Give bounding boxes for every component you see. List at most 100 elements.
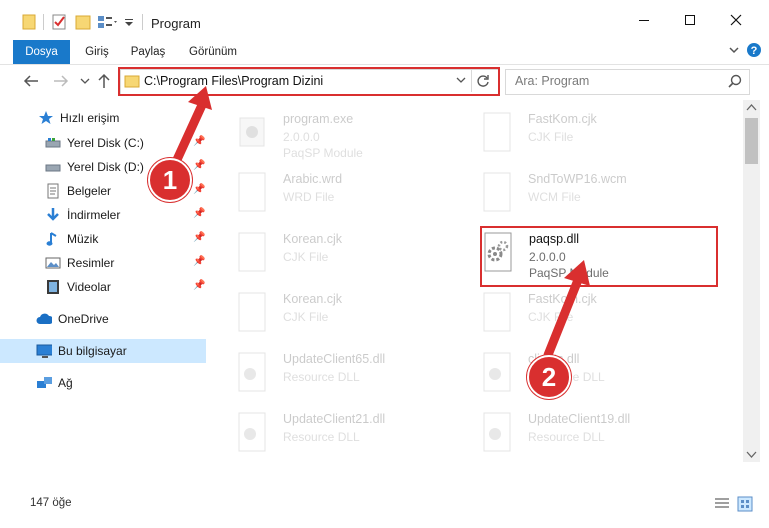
file-name: UpdateClient19.dll — [528, 412, 631, 426]
tab-file[interactable]: Dosya — [13, 40, 70, 64]
address-dropdown-icon[interactable] — [455, 76, 467, 86]
file-item[interactable]: Korean.cjk CJK File — [236, 288, 471, 344]
folder-icon — [22, 14, 36, 30]
dll-gear-file-icon — [238, 352, 266, 392]
expand-ribbon-icon[interactable] — [728, 44, 740, 56]
file-item[interactable]: Korean.cjk CJK File — [236, 228, 471, 284]
file-type: CJK File — [528, 130, 574, 144]
file-item[interactable]: FastKom.cjk CJK File — [481, 108, 716, 164]
file-item[interactable]: UpdateClient21.dll Resource DLL — [236, 408, 471, 464]
scroll-thumb[interactable] — [745, 118, 758, 164]
file-name: Arabic.wrd — [283, 172, 343, 186]
file-description: PaqSP Module — [283, 146, 363, 160]
sidebar-item-network[interactable]: Ağ — [0, 371, 206, 395]
file-item[interactable]: UpdateClient19.dll Resource DLL — [481, 408, 716, 464]
sidebar-item-label: İndirmeler — [67, 208, 121, 222]
tab-home[interactable]: Giriş — [77, 40, 117, 64]
refresh-icon[interactable] — [475, 73, 491, 89]
network-icon — [37, 377, 52, 388]
file-item[interactable]: Arabic.wrd WRD File — [236, 168, 471, 224]
search-placeholder[interactable]: Ara: Program — [515, 74, 589, 88]
sidebar-item-label: Yerel Disk (C:) — [67, 136, 144, 150]
sidebar-item-label: Belgeler — [67, 184, 112, 198]
dll-gear-file-icon — [483, 352, 511, 392]
sidebar-item-label: Resimler — [67, 256, 115, 270]
recent-locations-icon[interactable] — [80, 76, 90, 86]
svg-text:?: ? — [751, 45, 758, 57]
download-icon — [47, 208, 59, 221]
sidebar-item-label: Müzik — [67, 232, 99, 246]
file-type: CJK File — [283, 310, 329, 324]
file-item[interactable]: UpdateClient65.dll Resource DLL — [236, 348, 471, 404]
dll-gear-file-icon — [238, 412, 266, 452]
file-icon — [238, 172, 266, 212]
file-name: Korean.cjk — [283, 232, 343, 246]
large-icons-view-icon[interactable] — [737, 496, 753, 512]
maximize-icon — [685, 15, 695, 25]
file-type: WCM File — [528, 190, 581, 204]
sidebar-item-label: Yerel Disk (D:) — [67, 160, 144, 174]
file-name: program.exe — [283, 112, 354, 126]
sidebar-item-music[interactable]: Müzik 📌 — [0, 227, 206, 251]
dropdown-arrow-icon[interactable] — [124, 13, 134, 31]
dll-gear-file-icon — [483, 412, 511, 452]
sidebar-item-onedrive[interactable]: OneDrive — [0, 307, 206, 331]
file-type: WRD File — [283, 190, 335, 204]
search-icon[interactable] — [727, 73, 743, 89]
sidebar-item-label: Ağ — [58, 376, 73, 390]
sidebar-item-label: Bu bilgisayar — [58, 344, 127, 358]
exe-file-icon — [239, 117, 265, 147]
star-icon — [39, 111, 53, 124]
sidebar-item-label: Hızlı erişim — [60, 111, 120, 125]
scroll-down-icon[interactable] — [746, 451, 757, 459]
separator — [43, 14, 44, 30]
close-icon — [730, 14, 742, 26]
sidebar-item-pictures[interactable]: Resimler 📌 — [0, 251, 206, 275]
file-name: Korean.cjk — [283, 292, 343, 306]
file-name: UpdateClient21.dll — [283, 412, 386, 426]
pictures-icon — [45, 257, 61, 269]
drive-icon — [45, 164, 61, 172]
callout-badge-2: 2 — [527, 355, 571, 399]
scroll-up-icon[interactable] — [746, 103, 757, 111]
folder-icon — [124, 75, 140, 88]
up-arrow-icon[interactable] — [96, 73, 112, 89]
file-item[interactable]: SndToWP16.wcm WCM File — [481, 168, 716, 224]
help-icon[interactable]: ? — [746, 42, 762, 58]
cloud-icon — [36, 313, 52, 324]
file-icon — [483, 292, 511, 332]
sidebar-item-videos[interactable]: Videolar 📌 — [0, 275, 206, 299]
back-arrow-icon[interactable] — [22, 73, 40, 89]
file-icon — [483, 112, 511, 152]
sidebar-item-label: Videolar — [67, 280, 111, 294]
file-icon — [483, 172, 511, 212]
forward-arrow-icon[interactable] — [52, 73, 70, 89]
sidebar-item-label: OneDrive — [58, 312, 109, 326]
minimize-icon — [639, 20, 649, 21]
file-icon — [238, 292, 266, 332]
file-type: 2.0.0.0 — [283, 130, 320, 144]
file-item[interactable]: program.exe 2.0.0.0 PaqSP Module — [236, 108, 471, 164]
file-type: CJK File — [283, 250, 329, 264]
sidebar-item-downloads[interactable]: İndirmeler 📌 — [0, 203, 206, 227]
callout-arrow-2 — [543, 260, 590, 360]
minimize-button[interactable] — [621, 0, 667, 40]
tab-view[interactable]: Görünüm — [183, 40, 243, 64]
window-title: Program — [151, 16, 201, 31]
customize-toolbar-icon[interactable] — [97, 13, 119, 31]
callout-badge-1: 1 — [148, 158, 192, 202]
maximize-button[interactable] — [667, 0, 713, 40]
new-folder-icon[interactable] — [75, 13, 91, 31]
pin-icon: 📌 — [193, 256, 206, 267]
sidebar-item-this-pc[interactable]: Bu bilgisayar — [0, 339, 206, 363]
properties-icon[interactable] — [52, 13, 68, 31]
pin-icon: 📌 — [193, 208, 206, 219]
separator — [142, 14, 143, 30]
tab-share[interactable]: Paylaş — [124, 40, 172, 64]
computer-icon — [36, 344, 52, 358]
documents-icon — [47, 183, 59, 199]
file-type: Resource DLL — [528, 430, 605, 444]
file-type: Resource DLL — [283, 430, 360, 444]
details-view-icon[interactable] — [714, 497, 730, 511]
close-button[interactable] — [713, 0, 759, 40]
